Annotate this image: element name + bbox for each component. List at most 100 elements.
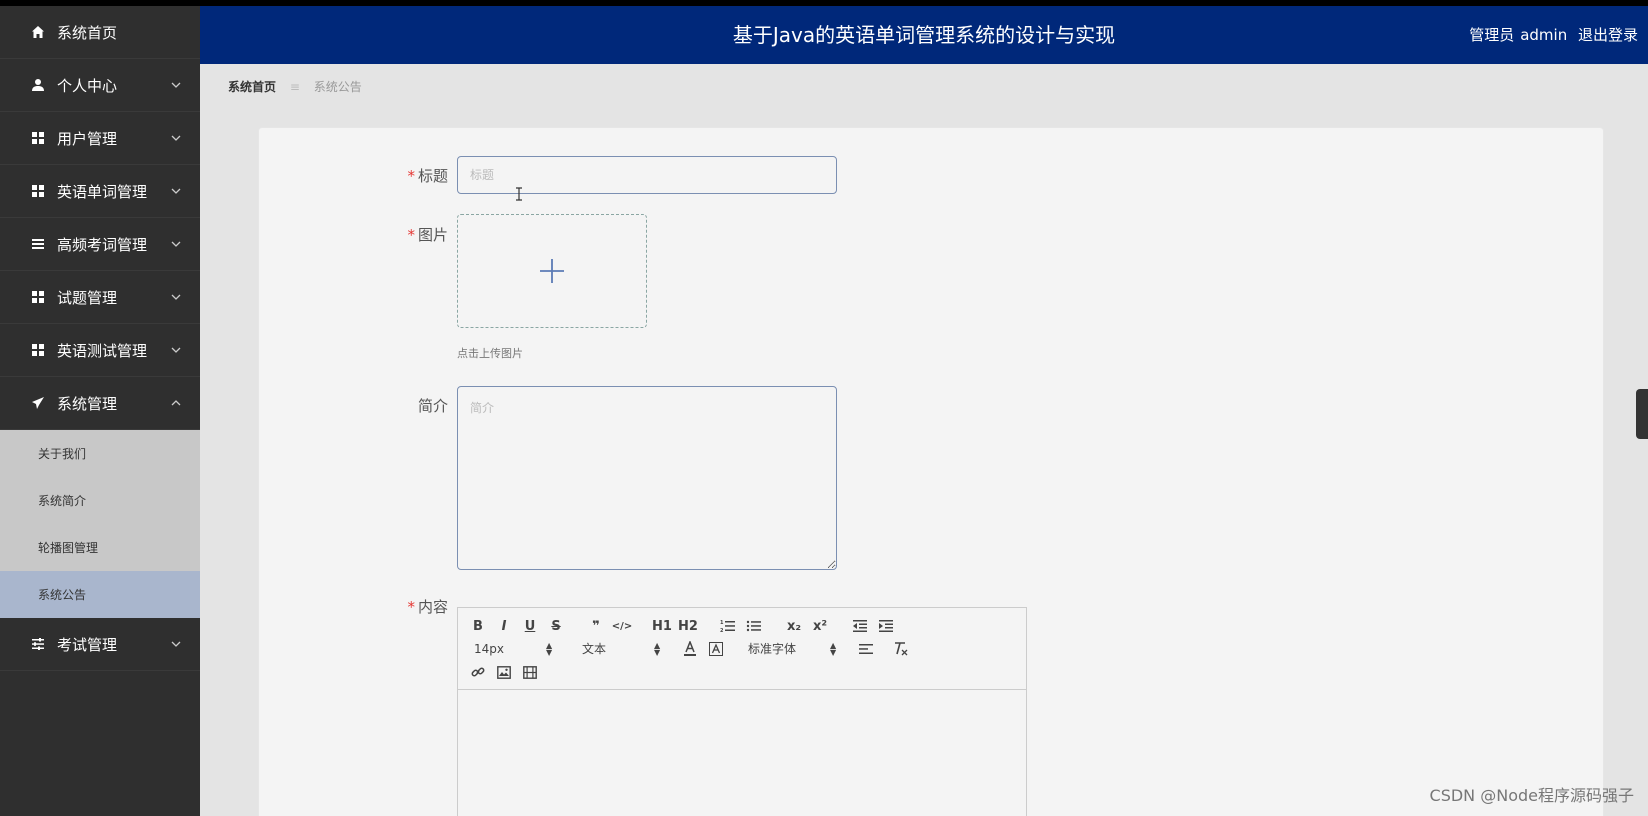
sliders-icon: [30, 636, 46, 652]
sidebar-item-profile[interactable]: 个人中心: [0, 59, 200, 112]
italic-button[interactable]: I: [494, 617, 514, 635]
app-title: 基于Java的英语单词管理系统的设计与实现: [732, 23, 1116, 47]
upload-hint: 点击上传图片: [457, 347, 523, 360]
home-icon: [30, 24, 46, 40]
grid-icon: [30, 183, 46, 199]
text-cursor-icon: [516, 187, 522, 201]
font-family-select[interactable]: 标准字体 ▲ ▼: [748, 640, 838, 658]
subscript-button[interactable]: x₂: [784, 617, 804, 635]
username: admin: [1520, 26, 1568, 44]
editor-content-area[interactable]: [458, 690, 1026, 816]
sidebar-item-label: 用户管理: [57, 129, 118, 148]
content-label: * 内容: [407, 598, 448, 616]
chevron-down-icon: [171, 135, 181, 141]
font-color-button[interactable]: [680, 640, 700, 658]
align-left-icon: [859, 644, 873, 654]
outdent-icon: [853, 620, 867, 632]
blockquote-button[interactable]: ❞: [586, 617, 606, 635]
paragraph-select[interactable]: 文本 ▲ ▼: [582, 640, 662, 658]
sidebar-item-frequent-words[interactable]: 高频考词管理: [0, 218, 200, 271]
font-size-select[interactable]: 14px ▲ ▼: [474, 640, 554, 658]
image-label: * 图片: [407, 226, 448, 244]
background-color-button[interactable]: [706, 640, 726, 658]
ordered-list-icon: 12: [720, 620, 735, 633]
editor-toolbar: B I U S ❞ </> H1 H2 12 x₂ x² 14px ▲ ▼ 文本…: [458, 608, 1026, 690]
bullet-list-button[interactable]: [744, 617, 764, 635]
ordered-list-button[interactable]: 12: [718, 617, 738, 635]
system-submenu: 关于我们 系统简介 轮播图管理 系统公告: [0, 430, 200, 618]
bold-button[interactable]: B: [468, 617, 488, 635]
sidebar-item-exams[interactable]: 考试管理: [0, 618, 200, 671]
grid-icon: [30, 342, 46, 358]
submenu-item-intro[interactable]: 系统简介: [0, 477, 200, 524]
align-button[interactable]: [856, 640, 876, 658]
svg-text:1: 1: [720, 620, 724, 626]
video-button[interactable]: [520, 663, 540, 681]
user-role: 管理员: [1469, 26, 1515, 44]
video-icon: [523, 665, 537, 679]
h2-button[interactable]: H2: [678, 617, 698, 635]
image-upload[interactable]: [457, 214, 647, 328]
sidebar-item-questions[interactable]: 试题管理: [0, 271, 200, 324]
intro-textarea[interactable]: [457, 386, 837, 570]
chevron-down-icon: [171, 641, 181, 647]
breadcrumb-home[interactable]: 系统首页: [228, 80, 276, 94]
sidebar-item-label: 英语测试管理: [57, 341, 148, 360]
intro-label: 简介: [417, 397, 448, 415]
submenu-item-carousel[interactable]: 轮播图管理: [0, 524, 200, 571]
rich-text-editor: B I U S ❞ </> H1 H2 12 x₂ x² 14px ▲ ▼ 文本…: [457, 607, 1027, 816]
select-arrows-icon: ▲ ▼: [546, 641, 553, 657]
clear-format-button[interactable]: [890, 640, 910, 658]
superscript-button[interactable]: x²: [810, 617, 830, 635]
submenu-item-announcement[interactable]: 系统公告: [0, 571, 200, 618]
breadcrumb: 系统首页 ≡ 系统公告: [228, 78, 362, 95]
user-info: 管理员 admin 退出登录: [1463, 6, 1638, 64]
user-icon: [30, 77, 46, 93]
h1-button[interactable]: H1: [652, 617, 672, 635]
background-color-icon: [709, 642, 723, 656]
app-frame: 系统首页 个人中心 用户管理 英语单词管理 高频考词管理 试题管理 英语测试管理…: [0, 6, 1648, 816]
chevron-up-icon: [171, 400, 181, 406]
sidebar-item-home[interactable]: 系统首页: [0, 6, 200, 59]
indent-button[interactable]: [876, 617, 896, 635]
sidebar-item-words[interactable]: 英语单词管理: [0, 165, 200, 218]
chevron-down-icon: [171, 188, 181, 194]
link-button[interactable]: [468, 663, 488, 681]
indent-icon: [879, 620, 893, 632]
sidebar-item-label: 考试管理: [57, 635, 118, 654]
sidebar: 系统首页 个人中心 用户管理 英语单词管理 高频考词管理 试题管理 英语测试管理…: [0, 6, 200, 816]
sidebar-item-label: 系统管理: [57, 394, 118, 413]
sidebar-item-label: 个人中心: [57, 76, 118, 95]
underline-button[interactable]: U: [520, 617, 540, 635]
sidebar-item-label: 试题管理: [57, 288, 118, 307]
font-color-icon: [684, 641, 696, 656]
watermark: CSDN @Node程序源码强子: [1429, 786, 1634, 805]
sidebar-item-english-test[interactable]: 英语测试管理: [0, 324, 200, 377]
sidebar-item-users[interactable]: 用户管理: [0, 112, 200, 165]
code-button[interactable]: </>: [612, 617, 632, 635]
side-panel-handle[interactable]: [1636, 389, 1648, 439]
submenu-item-about[interactable]: 关于我们: [0, 430, 200, 477]
image-icon: [497, 665, 511, 679]
bullet-list-icon: [746, 620, 761, 632]
breadcrumb-separator: ≡: [289, 80, 300, 94]
strike-button[interactable]: S: [546, 617, 566, 635]
sidebar-item-label: 高频考词管理: [57, 235, 148, 254]
plus-icon: [540, 259, 564, 283]
svg-text:2: 2: [720, 628, 724, 633]
grid-icon: [30, 130, 46, 146]
chevron-down-icon: [171, 82, 181, 88]
chevron-down-icon: [171, 294, 181, 300]
chevron-down-icon: [171, 241, 181, 247]
image-button[interactable]: [494, 663, 514, 681]
breadcrumb-current: 系统公告: [313, 80, 362, 94]
sidebar-item-system[interactable]: 系统管理: [0, 377, 200, 430]
clear-format-icon: [895, 642, 908, 656]
grid-icon: [30, 289, 46, 305]
link-icon: [471, 667, 485, 677]
outdent-button[interactable]: [850, 617, 870, 635]
list-icon: [30, 236, 46, 252]
logout-button[interactable]: 退出登录: [1578, 26, 1638, 44]
sidebar-item-label: 系统首页: [57, 23, 118, 42]
select-arrows-icon: ▲ ▼: [830, 641, 837, 657]
